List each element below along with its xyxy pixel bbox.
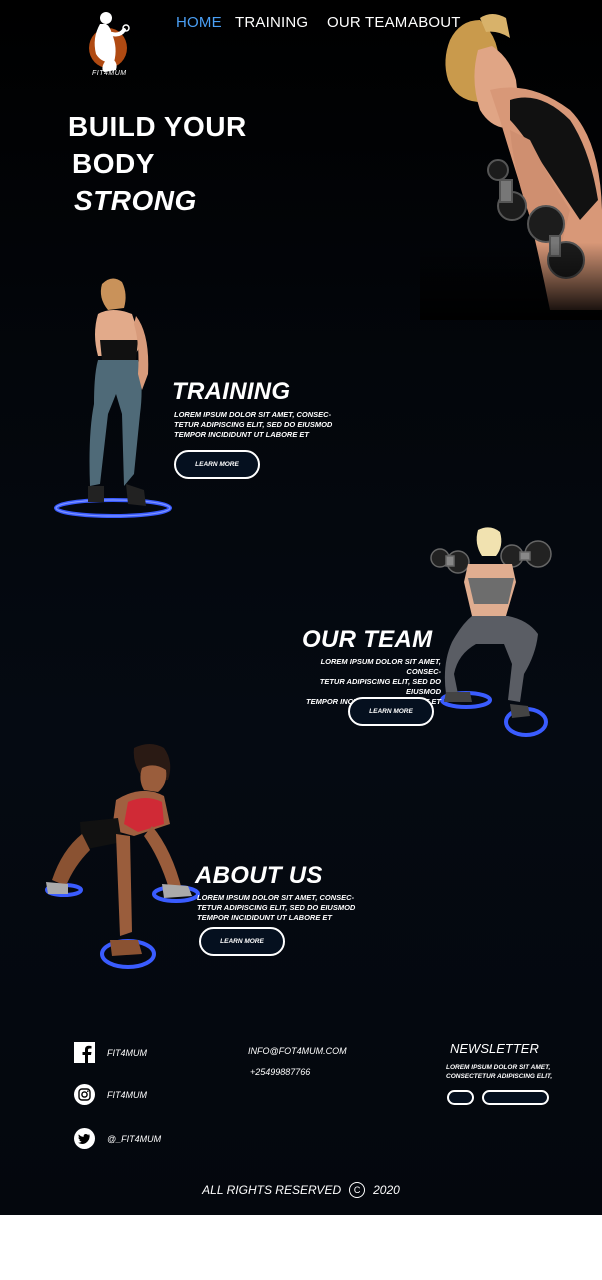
training-body: LOREM IPSUM DOLOR SIT AMET, CONSEC- TETU…: [174, 410, 332, 440]
contact-phone[interactable]: +25499887766: [250, 1067, 310, 1077]
landing-page: FIT4MUM HOME TRAINING OUR TEAM ABOUT BUI…: [0, 0, 602, 1215]
copyright: ALL RIGHTS RESERVED C 2020: [0, 1182, 602, 1198]
twitter-icon[interactable]: [74, 1128, 95, 1149]
social-instagram[interactable]: FIT4MUM: [74, 1084, 224, 1106]
hero-line-2: BODY: [72, 148, 155, 179]
newsletter-body-line-1: LOREM IPSUM DOLOR SIT AMET,: [446, 1064, 551, 1071]
hero-line-3: STRONG: [74, 185, 197, 216]
training-body-line-2: TETUR ADIPISCING ELIT, SED DO EIUSMOD: [174, 420, 333, 429]
nav-home[interactable]: HOME: [176, 14, 222, 31]
about-title: ABOUT US: [195, 862, 323, 889]
about-learn-more-button[interactable]: LEARN MORE: [199, 927, 285, 956]
instagram-label: FIT4MUM: [107, 1090, 147, 1100]
hero-woman-dumbbells-image: [420, 10, 602, 320]
about-body-line-1: LOREM IPSUM DOLOR SIT AMET, CONSEC-: [197, 893, 355, 902]
team-body-line-1: LOREM IPSUM DOLOR SIT AMET, CONSEC-: [320, 657, 441, 676]
nav-our-team[interactable]: OUR TEAM: [327, 14, 408, 31]
training-body-line-3: TEMPOR INCIDIDUNT UT LABORE ET: [174, 430, 309, 439]
team-body-line-2: TETUR ADIPISCING ELIT, SED DO EIUSMOD: [319, 677, 441, 696]
facebook-label: FIT4MUM: [107, 1048, 147, 1058]
page-bottom-blank: [0, 1215, 602, 1280]
logo-text: FIT4MUM: [92, 70, 127, 77]
about-body-line-3: TEMPOR INCIDIDUNT UT LABORE ET: [197, 913, 332, 922]
hero-line-1: BUILD YOUR: [68, 111, 247, 142]
training-learn-more-button[interactable]: LEARN MORE: [174, 450, 260, 479]
social-twitter[interactable]: @_FIT4MUM: [74, 1128, 224, 1150]
training-title: TRAINING: [172, 378, 291, 405]
newsletter-body-line-2: CONSECTETUR ADIPISCING ELIT,: [446, 1072, 553, 1080]
social-facebook[interactable]: FIT4MUM: [74, 1042, 224, 1064]
nav-training[interactable]: TRAINING: [235, 14, 308, 31]
instagram-icon[interactable]: [74, 1084, 95, 1105]
copyright-year: 2020: [373, 1183, 400, 1197]
facebook-icon[interactable]: [74, 1042, 95, 1063]
about-body: LOREM IPSUM DOLOR SIT AMET, CONSEC- TETU…: [197, 893, 355, 923]
about-woman-plank-image: [42, 740, 204, 972]
copyright-text: ALL RIGHTS RESERVED: [202, 1183, 342, 1197]
team-title: OUR TEAM: [302, 626, 433, 653]
newsletter-submit-button[interactable]: [482, 1090, 549, 1105]
training-woman-image: [50, 274, 176, 522]
newsletter-email-input[interactable]: [447, 1090, 474, 1105]
hero-title: BUILD YOUR BODY STRONG: [68, 108, 247, 219]
team-learn-more-button[interactable]: LEARN MORE: [348, 697, 434, 726]
about-body-line-2: TETUR ADIPISCING ELIT, SED DO EIUSMOD: [197, 903, 356, 912]
training-body-line-1: LOREM IPSUM DOLOR SIT AMET, CONSEC-: [174, 410, 332, 419]
copyright-icon: C: [349, 1182, 366, 1198]
newsletter-body: LOREM IPSUM DOLOR SIT AMET, CONSECTETUR …: [446, 1064, 552, 1081]
contact-email[interactable]: INFO@FOT4MUM.COM: [248, 1046, 347, 1056]
twitter-label: @_FIT4MUM: [107, 1134, 162, 1144]
newsletter-title: NEWSLETTER: [450, 1041, 539, 1056]
team-woman-squat-image: [428, 524, 554, 742]
